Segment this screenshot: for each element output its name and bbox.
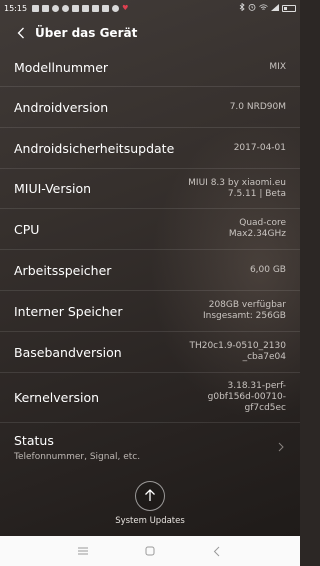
arrow-up-icon (144, 487, 156, 506)
notification-app-icon (42, 4, 50, 12)
info-row-miui-version[interactable]: MIUI-Version MIUI 8.3 by xiaomi.eu 7.5.1… (0, 169, 300, 209)
row-label: Modellnummer (14, 60, 109, 75)
info-row-internal-storage[interactable]: Interner Speicher 208GB verfügbar Insges… (0, 291, 300, 332)
back-icon[interactable] (210, 544, 224, 558)
status-bar: 15:15 ♥ (0, 0, 300, 16)
info-row-kernel-version[interactable]: Kernelversion 3.18.31-perf- g0bf156d-007… (0, 373, 300, 423)
row-value: 6,00 GB (249, 264, 286, 275)
notification-app-icon (92, 4, 100, 12)
info-row-ram[interactable]: Arbeitsspeicher 6,00 GB (0, 250, 300, 291)
row-value: 3.18.31-perf- g0bf156d-00710- gf7cd5ec (207, 381, 286, 413)
row-label: Kernelversion (14, 390, 100, 405)
navigation-bar (0, 536, 300, 566)
info-row-baseband-version[interactable]: Basebandversion TH20c1.9-0510_2130 _cba7… (0, 332, 300, 373)
row-label: Interner Speicher (14, 303, 123, 319)
wifi-icon (259, 3, 268, 13)
notification-app-icon (32, 4, 40, 12)
row-value: MIUI 8.3 by xiaomi.eu 7.5.11 | Beta (188, 177, 286, 199)
system-updates-label: System Updates (115, 516, 185, 526)
battery-fill (284, 6, 287, 10)
menu-icon[interactable] (76, 544, 90, 558)
info-row-model-number[interactable]: Modellnummer MIX (0, 49, 300, 87)
status-item[interactable]: Status Telefonnummer, Signal, etc. (0, 423, 300, 471)
signal-icon (271, 3, 279, 13)
row-label: Androidsicherheitsupdate (14, 140, 175, 156)
device-info-list: Modellnummer MIX Androidversion 7.0 NRD9… (0, 49, 300, 471)
title-bar: Über das Gerät (0, 20, 300, 46)
row-value: TH20c1.9-0510_2130 _cba7e04 (189, 341, 286, 362)
row-label: CPU (14, 221, 40, 237)
info-row-security-update[interactable]: Androidsicherheitsupdate 2017-04-01 (0, 128, 300, 169)
page-title: Über das Gerät (35, 26, 138, 40)
row-label: Basebandversion (14, 344, 122, 360)
notification-app-icon (112, 4, 120, 12)
notification-app-icon (52, 4, 60, 12)
notification-app-icon (102, 4, 110, 12)
bluetooth-icon (239, 2, 245, 13)
system-updates: System Updates (0, 481, 300, 526)
alarm-icon (248, 3, 256, 13)
home-icon[interactable] (143, 544, 157, 558)
notification-app-icon (62, 4, 70, 12)
status-title: Status (14, 432, 54, 448)
row-label: MIUI-Version (14, 181, 92, 196)
chevron-right-icon (276, 441, 286, 453)
info-row-android-version[interactable]: Androidversion 7.0 NRD90M (0, 87, 300, 128)
notification-app-icon (72, 4, 80, 12)
row-value: 7.0 NRD90M (229, 101, 286, 112)
system-updates-button[interactable] (135, 481, 165, 511)
status-time: 15:15 (4, 3, 28, 13)
battery-icon (282, 4, 296, 12)
status-subtitle: Telefonnummer, Signal, etc. (14, 451, 141, 462)
status-text: Status Telefonnummer, Signal, etc. (14, 433, 140, 462)
status-bar-right (239, 2, 296, 13)
back-arrow-icon[interactable] (14, 26, 28, 40)
row-value: 208GB verfügbar Insgesamt: 256GB (202, 300, 286, 321)
row-value: Quad-core Max2.34GHz (228, 218, 286, 239)
row-label: Arbeitsspeicher (14, 262, 112, 278)
row-value: 2017-04-01 (233, 142, 286, 153)
info-row-cpu[interactable]: CPU Quad-core Max2.34GHz (0, 209, 300, 250)
row-value: MIX (269, 62, 286, 72)
row-label: Androidversion (14, 99, 109, 115)
heart-icon: ♥ (122, 4, 129, 12)
settings-screen: 15:15 ♥ Über das Gerät Modellnummer MIX … (0, 0, 300, 536)
status-bar-left: 15:15 ♥ (4, 4, 129, 13)
notification-app-icon (82, 4, 90, 12)
